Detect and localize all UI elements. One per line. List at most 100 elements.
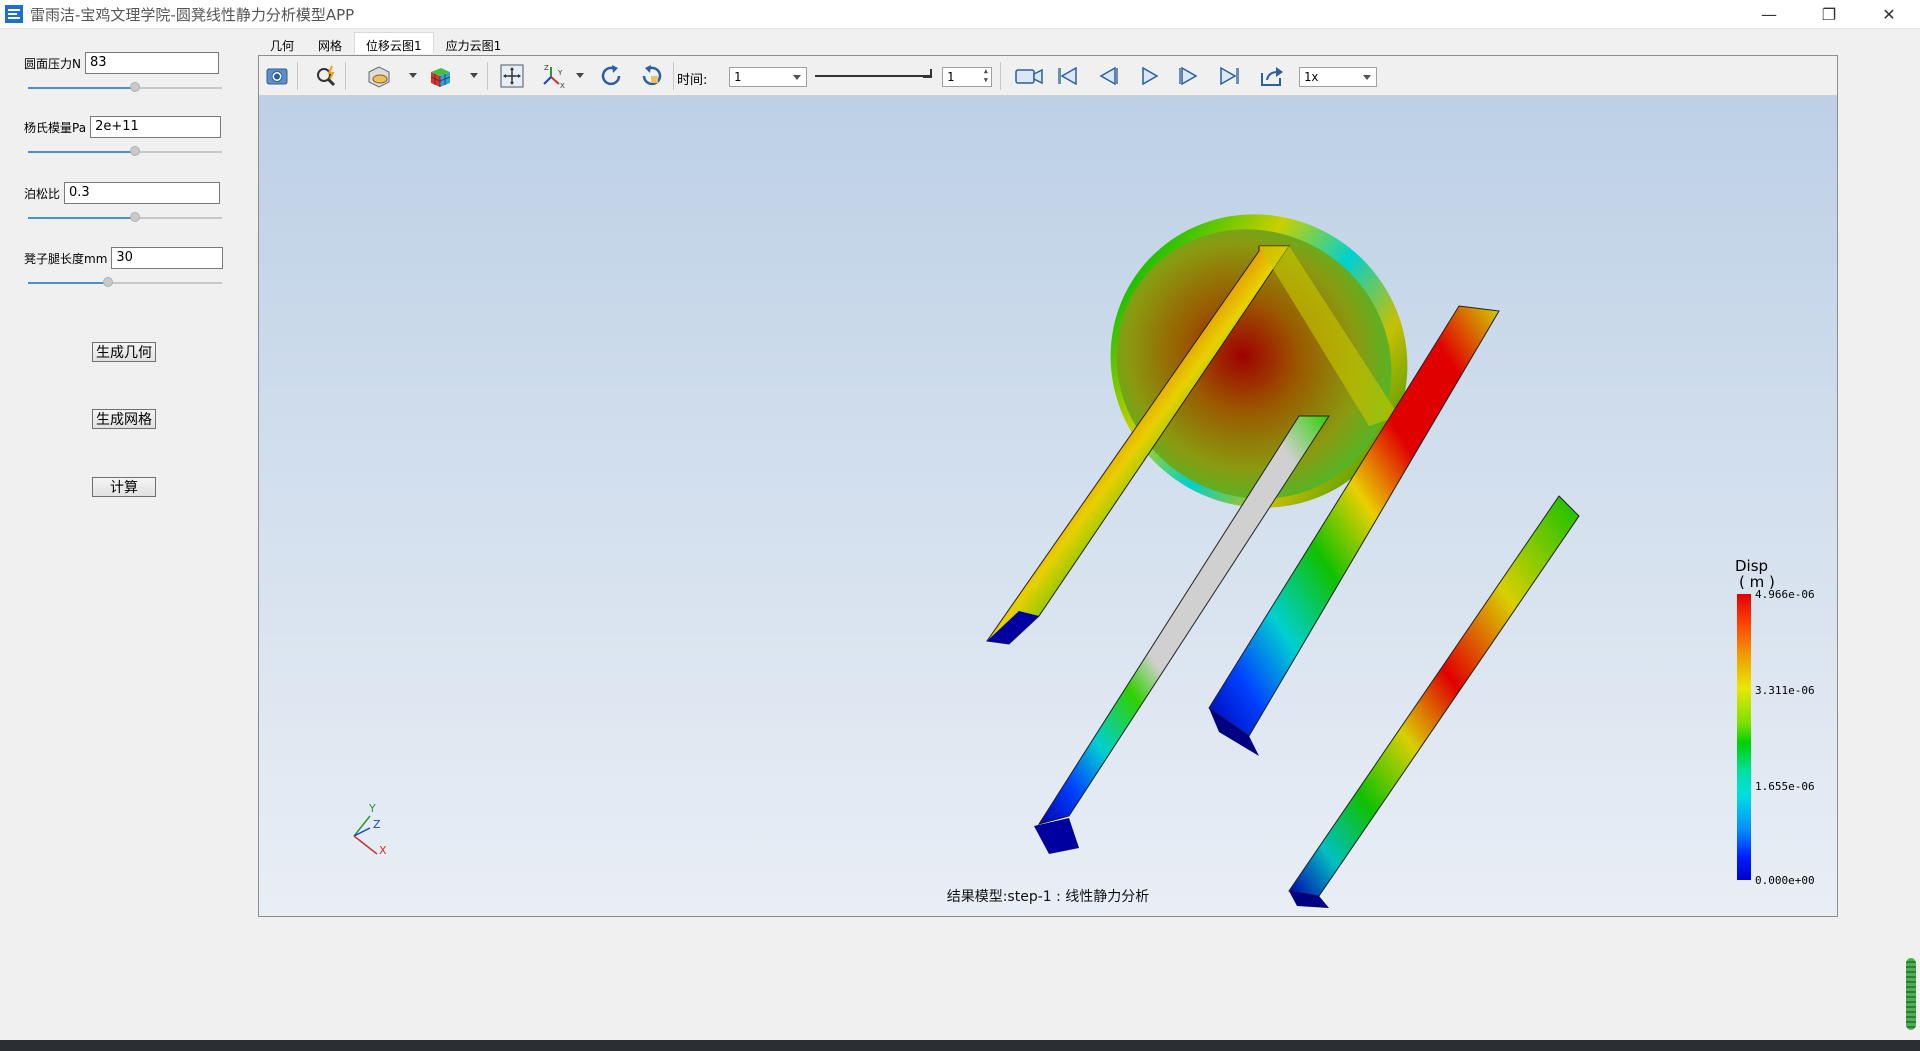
export-icon [1261,67,1283,86]
stool-model-render: Y Z X [353,214,1580,908]
leg-length-input[interactable]: 30 [111,247,224,269]
taskbar-strip [0,1040,1920,1051]
param-row-youngs: 杨氏模量Pa 2e+11 [24,116,222,138]
display-mode-icon [368,66,390,88]
prev-frame-button[interactable] [1095,63,1121,89]
camera-icon [266,68,288,85]
legend-max-value: 4.966e-06 [1755,588,1815,601]
pressure-slider[interactable] [28,82,222,94]
view-tabs: 几何 网格 位移云图1 应力云图1 [258,32,513,54]
tab-mesh[interactable]: 网格 [306,32,354,54]
prev-frame-icon [1099,66,1118,86]
svg-text:Y: Y [557,69,563,77]
export-button[interactable] [1259,63,1285,89]
axes-orient-button[interactable]: Z Y X [541,63,567,89]
param-row-pressure: 圆面压力N 83 [24,52,219,74]
last-frame-icon [1220,66,1239,86]
tab-geometry[interactable]: 几何 [258,32,306,54]
color-map-dropdown-icon[interactable] [470,73,478,78]
tab-stress[interactable]: 应力云图1 [434,32,514,54]
fit-view-icon [500,64,524,88]
view-toolbar: Z Y X 时间: 1 1 ▲ ▼ 1x [259,56,1837,96]
axis-y-label: Y [368,802,376,815]
time-slider-handle[interactable] [923,69,932,78]
next-frame-button[interactable] [1176,63,1202,89]
youngs-slider-thumb[interactable] [130,146,140,156]
color-map-button[interactable] [427,63,453,89]
window-title: 雷雨洁-宝鸡文理学院-圆凳线性静力分析模型APP [30,5,355,24]
close-button[interactable]: ✕ [1866,0,1912,29]
pressure-label: 圆面压力N [24,56,81,71]
display-mode-dropdown-icon[interactable] [409,73,417,78]
generate-mesh-button[interactable]: 生成网格 [92,409,156,429]
spin-arrows-icon[interactable]: ▲ ▼ [984,67,988,85]
speed-select-value: 1x [1304,70,1319,84]
generate-geometry-button[interactable]: 生成几何 [92,342,156,362]
first-frame-icon [1058,66,1077,86]
youngs-slider[interactable] [28,146,222,158]
svg-text:Z: Z [544,64,549,72]
zoom-search-icon [317,65,336,87]
svg-text:X: X [560,82,565,89]
play-icon [1142,66,1159,86]
pick-zoom-button[interactable] [314,63,340,89]
last-frame-button[interactable] [1217,63,1243,89]
leg-length-label: 凳子腿长度mm [24,251,108,266]
poisson-label: 泊松比 [24,186,61,201]
display-mode-button[interactable] [366,63,392,89]
step-spinbox-value: 1 [947,70,955,84]
rotate-cw-button[interactable] [598,63,624,89]
time-select-value: 1 [734,70,742,84]
leg-length-slider[interactable] [28,277,222,289]
close-icon: ✕ [1882,5,1896,24]
first-frame-button[interactable] [1054,63,1080,89]
axis-triad: Y Z X [353,802,387,857]
legend-value-2: 3.311e-06 [1755,684,1815,697]
3d-viewport[interactable]: Y Z X Disp ( m ) 4.966e-06 3.311e-06 1.6… [259,96,1837,916]
restore-button[interactable]: ❐ [1806,0,1852,29]
play-button[interactable] [1136,63,1162,89]
poisson-slider[interactable] [28,212,222,224]
youngs-input[interactable]: 2e+11 [90,116,222,138]
legend-quantity: Disp [1735,557,1769,575]
legend-title: Disp ( m ) [1735,558,1775,590]
camera-button[interactable] [264,63,290,89]
minimize-icon: — [1761,5,1777,24]
minimize-button[interactable]: — [1746,0,1792,29]
tab-displacement[interactable]: 位移云图1 [354,32,434,54]
axis-z-label: Z [373,818,381,831]
result-view-frame: Z Y X 时间: 1 1 ▲ ▼ 1x Y Z X Disp (m) 4.… [258,55,1838,917]
result-model-label: 结果模型:step-1 : 线性静力分析 [946,889,1150,905]
record-video-icon [1015,68,1043,85]
compute-button[interactable]: 计算 [92,477,156,497]
next-frame-icon [1179,66,1198,86]
color-cube-icon [430,68,451,87]
legend-color-bar [1737,594,1751,880]
time-label: 时间: [677,73,708,88]
rotate-cw-icon [601,65,621,86]
legend-value-1: 1.655e-06 [1755,780,1815,793]
app-icon [5,5,23,23]
record-video-button[interactable] [1013,63,1045,89]
axis-x-label: X [379,844,387,857]
param-row-poisson: 泊松比 0.3 [24,182,221,204]
pressure-slider-thumb[interactable] [130,82,140,92]
time-select[interactable]: 1 [729,67,807,87]
axes-orient-icon: Z Y X [543,64,565,89]
axes-orient-dropdown-icon[interactable] [576,73,584,78]
rotate-ccw-icon [642,65,662,86]
chevron-down-icon [1363,75,1371,80]
poisson-slider-thumb[interactable] [130,212,140,222]
rotate-ccw-button[interactable] [639,63,665,89]
speed-select[interactable]: 1x [1299,67,1377,87]
fit-view-button[interactable] [499,63,525,89]
leg-length-slider-thumb[interactable] [103,277,113,287]
poisson-input[interactable]: 0.3 [64,182,221,204]
time-slider[interactable] [815,75,931,77]
pressure-input[interactable]: 83 [84,52,219,74]
step-spinbox[interactable]: 1 ▲ ▼ [942,67,992,87]
youngs-label: 杨氏模量Pa [24,120,87,135]
parameter-panel: 圆面压力N 83 杨氏模量Pa 2e+11 泊松比 0.3 凳子腿长度mm 30… [0,30,250,1040]
chevron-down-icon [793,75,801,80]
scroll-indicator[interactable] [1906,958,1916,1030]
